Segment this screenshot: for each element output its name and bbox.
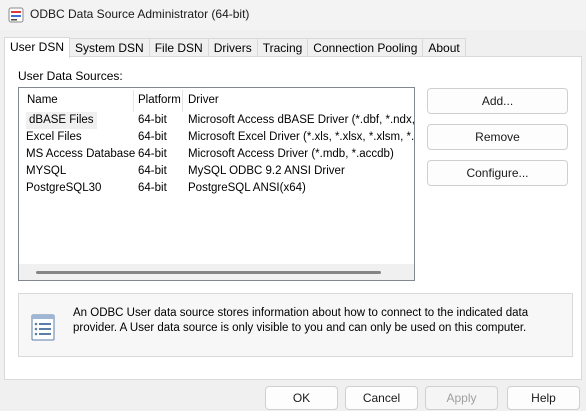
tab-drivers[interactable]: Drivers	[207, 38, 258, 57]
row-platform: 64-bit	[138, 131, 167, 143]
tab-file-dsn[interactable]: File DSN	[148, 38, 209, 57]
row-name: dBASE Files	[26, 112, 97, 129]
row-platform: 64-bit	[138, 182, 167, 194]
configure-button[interactable]: Configure...	[427, 160, 568, 186]
column-divider[interactable]	[182, 90, 183, 112]
ok-button[interactable]: OK	[265, 386, 338, 410]
list-row[interactable]: PostgreSQL30 64-bit PostgreSQL ANSI(x64)	[19, 180, 414, 197]
row-driver: Microsoft Access dBASE Driver (*.dbf, *.…	[188, 114, 415, 126]
title-bar: ODBC Data Source Administrator (64-bit)	[0, 0, 586, 30]
row-platform: 64-bit	[138, 148, 167, 160]
row-name: MS Access Database	[26, 148, 136, 160]
column-divider[interactable]	[133, 90, 134, 112]
odbc-admin-icon	[8, 7, 24, 23]
list-row[interactable]: Excel Files 64-bit Microsoft Excel Drive…	[19, 129, 414, 146]
cancel-button[interactable]: Cancel	[345, 386, 418, 410]
tab-user-dsn[interactable]: User DSN	[4, 37, 71, 58]
section-label: User Data Sources:	[18, 69, 123, 83]
info-box: An ODBC User data source stores informat…	[18, 293, 573, 357]
data-sources-icon	[31, 314, 55, 341]
tab-panel: User Data Sources: Name Platform Driver …	[4, 56, 582, 380]
scrollbar-thumb[interactable]	[36, 271, 381, 274]
window-title: ODBC Data Source Administrator (64-bit)	[30, 7, 250, 21]
tab-strip: User DSN System DSN File DSN Drivers Tra…	[4, 37, 466, 58]
row-platform: 64-bit	[138, 165, 167, 177]
row-driver: MySQL ODBC 9.2 ANSI Driver	[188, 165, 345, 177]
help-button[interactable]: Help	[507, 386, 580, 410]
column-header-driver[interactable]: Driver	[188, 94, 219, 106]
list-row[interactable]: MYSQL 64-bit MySQL ODBC 9.2 ANSI Driver	[19, 163, 414, 180]
tab-system-dsn[interactable]: System DSN	[69, 38, 150, 57]
row-driver: Microsoft Excel Driver (*.xls, *.xlsx, *…	[188, 131, 415, 143]
horizontal-scrollbar[interactable]	[19, 264, 414, 280]
row-platform: 64-bit	[138, 114, 167, 126]
list-row[interactable]: dBASE Files 64-bit Microsoft Access dBAS…	[19, 112, 414, 129]
info-text: An ODBC User data source stores informat…	[73, 307, 529, 334]
add-button[interactable]: Add...	[427, 88, 568, 114]
tab-tracing[interactable]: Tracing	[256, 38, 309, 57]
row-driver: Microsoft Access Driver (*.mdb, *.accdb)	[188, 148, 394, 160]
row-driver: PostgreSQL ANSI(x64)	[188, 182, 306, 194]
list-row[interactable]: MS Access Database 64-bit Microsoft Acce…	[19, 146, 414, 163]
data-sources-list[interactable]: Name Platform Driver dBASE Files 64-bit …	[18, 87, 415, 281]
column-header-name[interactable]: Name	[27, 94, 58, 106]
row-name: MYSQL	[26, 165, 67, 177]
tab-about[interactable]: About	[422, 38, 466, 57]
tab-connection-pooling[interactable]: Connection Pooling	[307, 38, 424, 57]
row-name: Excel Files	[26, 131, 82, 143]
remove-button[interactable]: Remove	[427, 124, 568, 150]
row-name: PostgreSQL30	[26, 182, 102, 194]
column-header-platform[interactable]: Platform	[138, 94, 181, 106]
apply-button[interactable]: Apply	[425, 386, 498, 410]
